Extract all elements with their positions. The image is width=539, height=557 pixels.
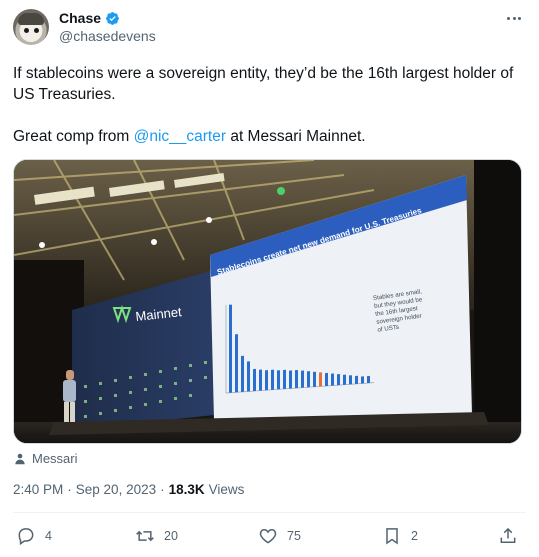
divider xyxy=(13,512,526,513)
author-display-name[interactable]: Chase xyxy=(59,10,101,26)
tweet-text-suffix: at Messari Mainnet. xyxy=(226,128,366,145)
tweet-photo[interactable]: Mainnet Stablecoins create net new deman… xyxy=(13,159,522,444)
like-count: 75 xyxy=(287,529,301,543)
share-icon xyxy=(500,527,516,543)
more-dot xyxy=(518,16,521,20)
tweet-detail: Chase @chasedevens If stablecoins were a… xyxy=(0,0,539,557)
avatar-eye xyxy=(24,28,29,33)
bookmark-count: 2 xyxy=(411,529,418,543)
share-button[interactable] xyxy=(498,525,518,547)
views-label: Views xyxy=(208,482,245,497)
timestamp-time[interactable]: 2:40 PM xyxy=(13,482,63,497)
person-icon xyxy=(15,453,25,464)
mention-link[interactable]: @nic__carter xyxy=(134,128,226,145)
heart-icon xyxy=(259,528,277,544)
avatar-eye xyxy=(34,28,39,33)
retweet-icon xyxy=(136,530,154,542)
more-options-icon[interactable] xyxy=(502,8,526,28)
tweet-text-line1: If stablecoins were a sovereign entity, … xyxy=(13,65,514,103)
verified-badge-icon xyxy=(106,11,119,25)
location-label: Messari xyxy=(32,451,78,466)
author-name-row: Chase xyxy=(59,10,120,26)
more-dot xyxy=(507,16,510,20)
retweet-button[interactable]: 20 xyxy=(135,525,178,547)
tweet-metadata: 2:40 PM · Sep 20, 2023 · 18.3K Views xyxy=(13,482,244,497)
bookmark-icon xyxy=(386,528,398,545)
reply-count: 4 xyxy=(45,529,52,543)
meta-separator: · xyxy=(67,482,72,497)
views-count: 18.3K xyxy=(168,482,205,497)
reply-button[interactable]: 4 xyxy=(16,525,52,547)
bookmark-button[interactable]: 2 xyxy=(382,525,418,547)
retweet-count: 20 xyxy=(164,529,178,543)
tweet-text-line2: Great comp from @nic__carter at Messari … xyxy=(13,126,528,147)
tweet-text-prefix: Great comp from xyxy=(13,128,134,145)
avatar-cap xyxy=(18,13,44,25)
reply-icon xyxy=(18,528,34,546)
avatar[interactable] xyxy=(13,9,49,45)
meta-separator: · xyxy=(160,482,165,497)
more-dot xyxy=(512,16,516,20)
author-handle[interactable]: @chasedevens xyxy=(59,28,156,44)
location-tag[interactable]: Messari xyxy=(13,451,78,466)
like-button[interactable]: 75 xyxy=(258,525,301,547)
timestamp-date[interactable]: Sep 20, 2023 xyxy=(76,482,156,497)
conference-stage-photo: Mainnet Stablecoins create net new deman… xyxy=(14,160,521,443)
tweet-text: If stablecoins were a sovereign entity, … xyxy=(13,63,528,147)
